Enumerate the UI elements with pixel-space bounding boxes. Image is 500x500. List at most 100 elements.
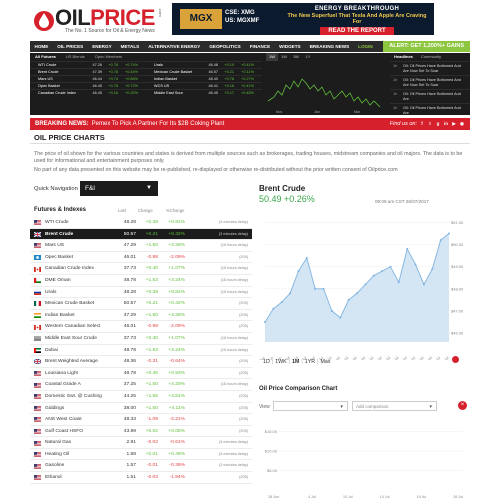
row-delay: (205) bbox=[239, 301, 248, 306]
ticker-cell[interactable]: Canadian Crude Index 46.45 +0.16 +0.32% bbox=[30, 90, 146, 96]
breaking-news-headline[interactable]: Pemex To Pick A Partner For Its $2B Coki… bbox=[92, 121, 225, 127]
row-last: 46.01 bbox=[123, 324, 136, 330]
brent-timestamp: 09:09 am CST 26/07/2017 bbox=[375, 199, 429, 204]
table-row[interactable]: Indian Basket 47.29 +1.50 +3.28% (205) bbox=[30, 310, 252, 322]
page-note: No part of any data presented on this we… bbox=[34, 167, 398, 173]
table-row[interactable]: DME Oman 48.78 +1.53 +3.24% (16 hours delay) bbox=[30, 275, 252, 287]
ticker-cell[interactable]: Middle East Sour 46.45 +0.17 +0.45% bbox=[146, 90, 262, 96]
table-row[interactable]: Brent Weighted Average 48.36 -0.31 -0.64% (2… bbox=[30, 356, 252, 368]
close-icon[interactable]: × bbox=[458, 401, 467, 410]
table-row[interactable]: Middle East Sour Crude 37.73 +0.40 +1.07% (1… bbox=[30, 333, 252, 345]
x-tick-label: 20 Jul bbox=[407, 356, 417, 360]
nav-login[interactable]: LOGIN bbox=[354, 41, 378, 52]
tab-all-futures[interactable]: All Futures bbox=[30, 53, 61, 61]
ticker-chart-tabs: 1W 1M 3M 1Y bbox=[266, 53, 386, 61]
range-1d[interactable]: 1D bbox=[263, 359, 270, 365]
logo-wordmark: OILPRICE bbox=[55, 6, 155, 30]
ticker-name: Middle East Sour bbox=[154, 91, 183, 95]
banner-cta-button[interactable]: READ THE REPORT bbox=[320, 27, 394, 35]
rss-icon[interactable]: ◉ bbox=[459, 121, 465, 127]
table-row[interactable]: Giddings 38.00 +1.50 +4.11% (205) bbox=[30, 403, 252, 415]
headline-item[interactable]: 1h Oil: Oil Prices Have Bottomed And Are bbox=[390, 89, 470, 103]
range-1m[interactable]: 1M bbox=[292, 359, 299, 365]
facebook-icon[interactable]: f bbox=[419, 121, 425, 127]
tab-us-blends[interactable]: US Blends bbox=[61, 53, 90, 61]
table-row[interactable]: Opec Basket 46.01 -0.98 -2.09% (205) bbox=[30, 252, 252, 264]
ticker-cell[interactable]: Brent Crude 47.39 +0.78 +0.44% bbox=[30, 69, 146, 75]
tab-headlines[interactable]: Headlines bbox=[390, 53, 417, 61]
table-row[interactable]: Natural Gas 2.91 -0.02 -0.61% (3 minutes del… bbox=[30, 437, 252, 449]
nav-oil-prices[interactable]: OIL PRICES bbox=[53, 41, 88, 52]
tab-1m[interactable]: 1M bbox=[278, 53, 290, 61]
linkedin-icon[interactable]: in bbox=[443, 121, 449, 127]
table-row[interactable]: Domestic Swt. @ Cushing 44.25 +1.55 +3.51% (… bbox=[30, 391, 252, 403]
nav-metals[interactable]: METALS bbox=[116, 41, 144, 52]
quick-nav-select[interactable]: F&I ▼ bbox=[80, 181, 158, 196]
row-last: 48.36 bbox=[123, 359, 136, 365]
ticker-cell[interactable]: Opec Basket 46.45 +0.78 +0.72% bbox=[30, 83, 146, 89]
tab-1w[interactable]: 1W bbox=[266, 53, 278, 61]
table-row[interactable]: Urals 48.28 +0.39 +0.81% (16 hours delay) bbox=[30, 287, 252, 299]
nav-alternative-energy[interactable]: ALTERNATIVE ENERGY bbox=[144, 41, 205, 52]
nav-geopolitics[interactable]: GEOPOLITICS bbox=[205, 41, 245, 52]
ticker-price: 47.26 bbox=[92, 63, 102, 67]
twitter-icon[interactable]: t bbox=[427, 121, 433, 127]
ticker-cell[interactable]: WCS US 46.41 +0.18 +0.41% bbox=[146, 83, 262, 89]
table-row[interactable]: Coastal Grade A 37.25 +1.50 +4.20% (16 hours… bbox=[30, 379, 252, 391]
ticker-cell[interactable]: WTI Crude 47.26 +0.78 +0.74% bbox=[30, 62, 146, 68]
range-1yr[interactable]: 1YR bbox=[305, 359, 315, 365]
nav-finance[interactable]: FINANCE bbox=[245, 41, 274, 52]
row-delay: (16 hours delay) bbox=[220, 335, 248, 340]
row-name: Louisiana Light bbox=[45, 370, 78, 376]
uk-flag-icon bbox=[34, 359, 41, 365]
mx-flag-icon bbox=[34, 301, 41, 307]
tab-3m[interactable]: 3M bbox=[290, 53, 302, 61]
table-row[interactable]: Mars US 47.29 +1.50 +3.28% (16 hours delay) bbox=[30, 240, 252, 252]
headline-item[interactable]: 1h Oil: Oil Prices Have Bottomed And Are … bbox=[390, 75, 470, 89]
nav-home[interactable]: HOME bbox=[30, 41, 53, 52]
table-row[interactable]: ANS West Coast 48.33 -1.09 -2.21% (205) bbox=[30, 414, 252, 426]
nav-alert-button[interactable]: ALERT: GET 1,200%+ GAINS bbox=[383, 41, 470, 52]
row-last: 2.91 bbox=[126, 440, 136, 446]
headline-item[interactable]: 1h Oil: Oil Prices Have Bottomed And Are … bbox=[390, 61, 470, 75]
range-max[interactable]: Max bbox=[321, 359, 331, 365]
headline-item[interactable]: 1h Oil: Oil Prices Have Bottomed And Are bbox=[390, 103, 470, 117]
view-select[interactable]: ▼ bbox=[273, 401, 348, 411]
table-row[interactable]: WTI Crude 48.28 +0.39 +0.81% (3 minutes dela… bbox=[30, 217, 252, 229]
table-row[interactable]: Brent Crude 50.57 +0.21 +0.42% (3 minutes de… bbox=[30, 228, 252, 241]
nav-breaking-news[interactable]: BREAKING NEWS bbox=[305, 41, 354, 52]
table-row[interactable]: Gulf Coast HSFO 43.99 +0.02 +0.05% (205) bbox=[30, 426, 252, 438]
table-row[interactable]: Louisiana Light 48.78 +0.45 +0.93% (205) bbox=[30, 368, 252, 380]
x-tick-label: 24 Jul bbox=[423, 356, 433, 360]
tab-1y[interactable]: 1Y bbox=[302, 53, 314, 61]
row-change: +0.40 bbox=[145, 266, 158, 272]
refresh-icon[interactable] bbox=[452, 356, 459, 363]
table-row[interactable]: Western Canadian Select 46.01 -0.98 -2.09% (… bbox=[30, 321, 252, 333]
google-plus-icon[interactable]: g bbox=[435, 121, 441, 127]
ad-banner[interactable]: MGX CSE: XMG US: MGXMF ENERGY BREAKTHROU… bbox=[172, 3, 434, 35]
range-1wk[interactable]: 1WK bbox=[275, 359, 286, 365]
futures-header: Last Change %Change bbox=[34, 208, 246, 215]
table-row[interactable]: Dubai 48.78 +1.53 +3.24% (16 hours delay) bbox=[30, 345, 252, 357]
youtube-icon[interactable]: ▶ bbox=[451, 121, 457, 127]
tab-community[interactable]: Community bbox=[417, 53, 445, 61]
add-comparison-select[interactable]: Add comparison ▼ bbox=[352, 401, 437, 411]
table-row[interactable]: Ethanol 1.51 -0.03 -1.94% (205) bbox=[30, 472, 252, 484]
ticker-cell[interactable]: Mars US 46.44 +0.74 +0.86% bbox=[30, 76, 146, 82]
ticker-cell[interactable]: Urals 46.48 +0.19 +0.41% bbox=[146, 62, 262, 68]
row-name: Ethanol bbox=[45, 475, 62, 481]
site-header: OILPRICE .com The No. 1 Source for Oil &… bbox=[0, 0, 500, 40]
site-logo[interactable]: OILPRICE .com The No. 1 Source for Oil &… bbox=[33, 6, 168, 34]
nav-widgets[interactable]: WIDGETS bbox=[275, 41, 305, 52]
table-row[interactable]: Heating Oil 1.58 +0.01 +0.48% (3 minutes del… bbox=[30, 449, 252, 461]
row-change: -0.01 bbox=[146, 463, 158, 469]
table-row[interactable]: Canadian Crude Index 37.73 +0.40 +1.07% (16 … bbox=[30, 263, 252, 275]
table-row[interactable]: Gasoline 1.57 -0.01 -0.39% (3 minutes delay) bbox=[30, 460, 252, 473]
ticker-change: +0.16 bbox=[108, 91, 118, 95]
nav-energy[interactable]: ENERGY bbox=[88, 41, 116, 52]
tab-opec-members[interactable]: Opec Members bbox=[90, 53, 127, 61]
table-row[interactable]: Mexican Crude Basket 50.57 +0.21 +0.42% (205… bbox=[30, 298, 252, 310]
ticker-cell[interactable]: Indian Basket 48.40 +0.78 +0.27% bbox=[146, 76, 262, 82]
row-change: +1.50 bbox=[145, 405, 158, 411]
ticker-cell[interactable]: Mexican Crude Basket 46.57 +0.21 +0.11% bbox=[146, 69, 262, 75]
